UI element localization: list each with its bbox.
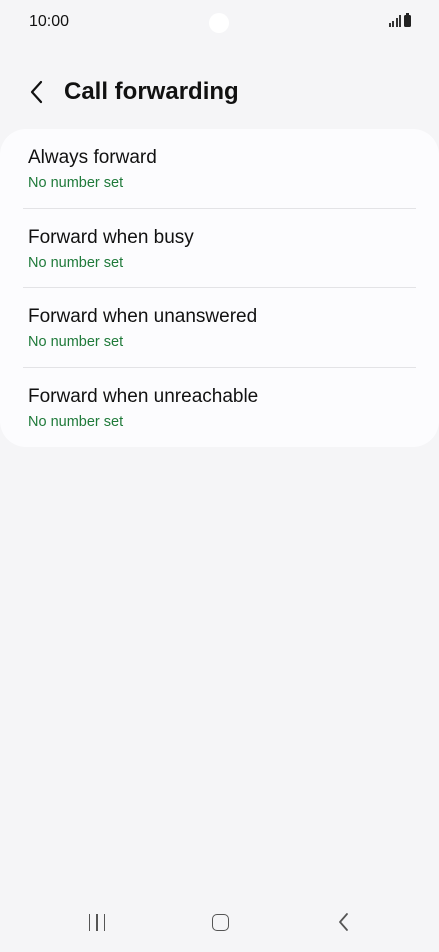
status-icons	[388, 13, 411, 27]
item-title: Always forward	[28, 147, 157, 168]
item-subtitle: No number set	[28, 334, 124, 350]
page-title: Call forwarding	[64, 78, 239, 105]
list-item-always-forward[interactable]: Always forward No number set	[0, 129, 439, 209]
navigation-bar	[0, 896, 439, 952]
recents-icon	[88, 913, 106, 931]
home-button[interactable]	[196, 904, 244, 940]
back-icon	[339, 913, 348, 931]
nav-back-button[interactable]	[320, 904, 368, 940]
recents-button[interactable]	[73, 904, 121, 940]
back-button[interactable]	[20, 75, 54, 109]
status-time: 10:00	[29, 13, 70, 30]
app-header: Call forwarding	[0, 62, 439, 124]
item-subtitle: No number set	[28, 254, 124, 271]
list-item-forward-when-unreachable[interactable]: Forward when unreachable No number set	[0, 368, 439, 448]
camera-cutout	[209, 13, 229, 33]
battery-icon	[404, 13, 411, 27]
item-title: Forward when unreachable	[28, 385, 259, 407]
chevron-left-icon	[30, 80, 43, 104]
home-icon	[211, 913, 229, 931]
forwarding-options-list: Always forward No number set Forward whe…	[0, 129, 439, 447]
list-item-forward-when-busy[interactable]: Forward when busy No number set	[0, 209, 439, 288]
phone-screen: 10:00 Call forwarding Always forward No …	[0, 0, 439, 952]
item-title: Forward when unanswered	[28, 306, 258, 327]
item-subtitle: No number set	[28, 413, 124, 430]
list-item-forward-when-unanswered[interactable]: Forward when unanswered No number set	[0, 288, 439, 368]
status-bar: 10:00	[0, 0, 439, 48]
item-subtitle: No number set	[28, 175, 124, 191]
signal-icon	[388, 15, 401, 27]
item-title: Forward when busy	[28, 226, 194, 248]
